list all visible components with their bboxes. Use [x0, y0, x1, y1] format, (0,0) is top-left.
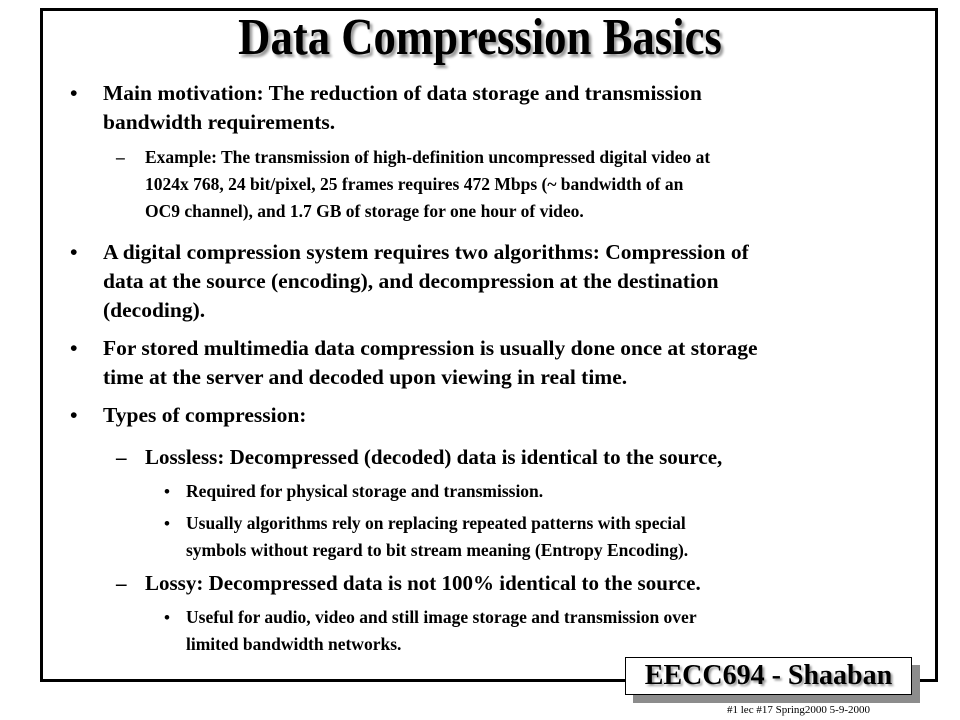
bullet-icon: •: [70, 240, 78, 264]
list-item-line: data at the source (encoding), and decom…: [103, 269, 719, 293]
footer-course-label: EECC694 - Shaaban: [625, 657, 912, 695]
list-item-line: OC9 channel), and 1.7 GB of storage for …: [145, 201, 584, 221]
list-item: Required for physical storage and transm…: [186, 478, 916, 505]
bullet-icon: •: [164, 514, 170, 533]
list-item-line: bandwidth requirements.: [103, 110, 336, 134]
list-item-line: limited bandwidth networks.: [186, 634, 402, 654]
list-item-line: time at the server and decoded upon view…: [103, 365, 628, 389]
list-item-line: Lossy: Decompressed data is not 100% ide…: [145, 571, 701, 595]
list-item: For stored multimedia data compression i…: [103, 334, 923, 392]
bullet-icon: •: [164, 608, 170, 627]
slide-title: Data Compression Basics: [238, 9, 722, 66]
list-item: Example: The transmission of high-defini…: [145, 144, 925, 225]
list-item-line: A digital compression system requires tw…: [103, 240, 749, 264]
list-item-line: Required for physical storage and transm…: [186, 481, 544, 501]
list-item-line: Lossless: Decompressed (decoded) data is…: [145, 445, 723, 469]
list-item: Lossless: Decompressed (decoded) data is…: [145, 443, 925, 472]
list-item: Usually algorithms rely on replacing rep…: [186, 510, 916, 564]
list-item: Useful for audio, video and still image …: [186, 604, 916, 658]
bullet-icon: •: [164, 482, 170, 501]
list-item-line: Types of compression:: [103, 403, 307, 427]
list-item: Lossy: Decompressed data is not 100% ide…: [145, 569, 925, 598]
list-item: Types of compression:: [103, 401, 923, 430]
bullet-icon: •: [70, 81, 78, 105]
list-item-line: For stored multimedia data compression i…: [103, 336, 758, 360]
list-item: Main motivation: The reduction of data s…: [103, 79, 923, 137]
list-item: A digital compression system requires tw…: [103, 238, 923, 325]
list-item-line: Usually algorithms rely on replacing rep…: [186, 513, 686, 533]
footer-note: #1 lec #17 Spring2000 5-9-2000: [727, 704, 870, 716]
list-item-line: symbols without regard to bit stream mea…: [186, 540, 689, 560]
dash-icon: –: [116, 571, 127, 595]
bullet-icon: •: [70, 336, 78, 360]
list-item-line: 1024x 768, 24 bit/pixel, 25 frames requi…: [145, 174, 684, 194]
dash-icon: –: [116, 445, 127, 469]
list-item-line: Example: The transmission of high-defini…: [145, 147, 711, 167]
list-item-line: Main motivation: The reduction of data s…: [103, 81, 702, 105]
bullet-icon: •: [70, 403, 78, 427]
dash-icon: –: [116, 147, 125, 167]
list-item-line: (decoding).: [103, 298, 206, 322]
list-item-line: Useful for audio, video and still image …: [186, 607, 697, 627]
